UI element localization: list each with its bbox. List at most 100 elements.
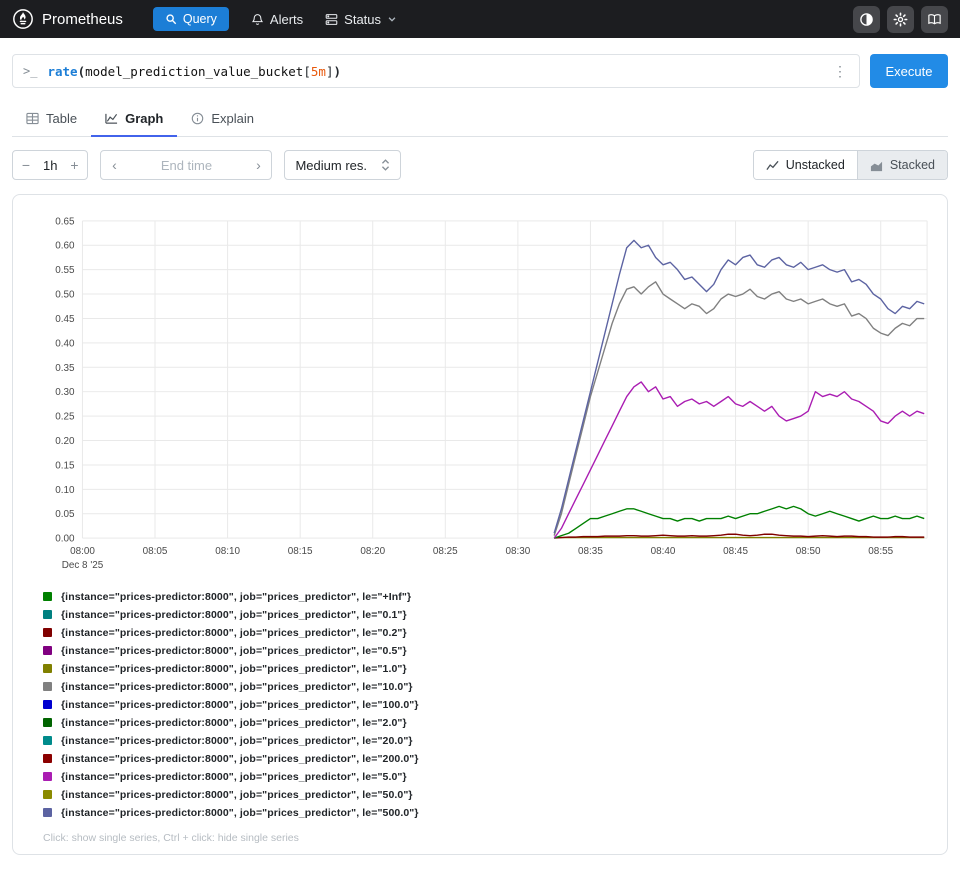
select-chevrons-icon	[381, 158, 390, 172]
graph-controls: − 1h + ‹ › Medium res.	[12, 150, 948, 180]
legend-swatch	[43, 592, 52, 601]
nav-items: Query Alerts Status	[153, 7, 397, 31]
end-time-prev-button[interactable]: ‹	[101, 151, 127, 179]
legend-item[interactable]: {instance="prices-predictor:8000", job="…	[43, 660, 407, 678]
stacked-label: Stacked	[890, 158, 935, 172]
nav-query-label: Query	[183, 12, 217, 26]
range-stepper: − 1h +	[12, 150, 88, 180]
legend-label: {instance="prices-predictor:8000", job="…	[61, 789, 413, 801]
query-token-paren: (	[78, 64, 86, 79]
range-decrease-button[interactable]: −	[13, 151, 39, 179]
prometheus-logo-icon	[12, 8, 34, 30]
search-icon	[165, 13, 177, 25]
nav-query-button[interactable]: Query	[153, 7, 229, 31]
tab-table-label: Table	[46, 111, 77, 126]
svg-text:0.10: 0.10	[55, 485, 75, 496]
graph-icon	[105, 112, 118, 125]
legend-item[interactable]: {instance="prices-predictor:8000", job="…	[43, 786, 413, 804]
legend-item[interactable]: {instance="prices-predictor:8000", job="…	[43, 624, 407, 642]
navbar-actions	[853, 6, 948, 33]
svg-text:08:50: 08:50	[796, 546, 821, 557]
query-input[interactable]: >_ rate(model_prediction_value_bucket[5m…	[12, 54, 860, 88]
legend-swatch	[43, 772, 52, 781]
legend-item[interactable]: {instance="prices-predictor:8000", job="…	[43, 750, 419, 768]
tab-graph-label: Graph	[125, 111, 163, 126]
svg-text:08:35: 08:35	[578, 546, 603, 557]
query-token-duration: 5m	[311, 64, 326, 79]
svg-text:08:55: 08:55	[868, 546, 893, 557]
docs-button[interactable]	[921, 6, 948, 33]
svg-text:08:00: 08:00	[70, 546, 95, 557]
legend-swatch	[43, 790, 52, 799]
legend-item[interactable]: {instance="prices-predictor:8000", job="…	[43, 714, 407, 732]
tabs: Table Graph Explain	[12, 102, 948, 137]
svg-text:08:40: 08:40	[651, 546, 676, 557]
svg-text:0.55: 0.55	[55, 265, 75, 276]
legend-label: {instance="prices-predictor:8000", job="…	[61, 627, 407, 639]
legend-label: {instance="prices-predictor:8000", job="…	[61, 645, 407, 657]
svg-text:08:30: 08:30	[505, 546, 530, 557]
legend-item[interactable]: {instance="prices-predictor:8000", job="…	[43, 588, 411, 606]
tab-graph[interactable]: Graph	[91, 102, 177, 137]
time-series-chart[interactable]: 0.000.050.100.150.200.250.300.350.400.45…	[21, 207, 939, 576]
svg-text:08:25: 08:25	[433, 546, 458, 557]
svg-text:Dec 8 '25: Dec 8 '25	[62, 560, 104, 571]
stacking-toggle: Unstacked Stacked	[753, 150, 948, 180]
legend: {instance="prices-predictor:8000", job="…	[43, 588, 939, 822]
svg-text:0.05: 0.05	[55, 509, 75, 520]
unstacked-button[interactable]: Unstacked	[754, 151, 857, 179]
legend-item[interactable]: {instance="prices-predictor:8000", job="…	[43, 642, 407, 660]
legend-swatch	[43, 610, 52, 619]
svg-text:0.60: 0.60	[55, 241, 75, 252]
resolution-select[interactable]: Medium res.	[284, 150, 401, 180]
legend-label: {instance="prices-predictor:8000", job="…	[61, 807, 419, 819]
legend-label: {instance="prices-predictor:8000", job="…	[61, 663, 407, 675]
legend-item[interactable]: {instance="prices-predictor:8000", job="…	[43, 696, 419, 714]
nav-status-label: Status	[344, 12, 381, 27]
legend-label: {instance="prices-predictor:8000", job="…	[61, 699, 419, 711]
query-token-metric: model_prediction_value_bucket	[85, 64, 303, 79]
legend-swatch	[43, 718, 52, 727]
svg-text:0.35: 0.35	[55, 363, 75, 374]
svg-text:0.25: 0.25	[55, 412, 75, 423]
svg-text:0.00: 0.00	[55, 534, 75, 545]
legend-item[interactable]: {instance="prices-predictor:8000", job="…	[43, 678, 413, 696]
legend-item[interactable]: {instance="prices-predictor:8000", job="…	[43, 606, 407, 624]
main-content: >_ rate(model_prediction_value_bucket[5m…	[0, 38, 960, 867]
legend-item[interactable]: {instance="prices-predictor:8000", job="…	[43, 732, 413, 750]
svg-text:0.15: 0.15	[55, 460, 75, 471]
query-token-paren: )	[333, 64, 341, 79]
range-increase-button[interactable]: +	[61, 151, 87, 179]
legend-swatch	[43, 808, 52, 817]
end-time-next-button[interactable]: ›	[245, 151, 271, 179]
stacked-button[interactable]: Stacked	[857, 151, 947, 179]
legend-label: {instance="prices-predictor:8000", job="…	[61, 735, 413, 747]
query-menu-button[interactable]: ⋮	[831, 63, 849, 80]
legend-item[interactable]: {instance="prices-predictor:8000", job="…	[43, 768, 407, 786]
brand-title: Prometheus	[42, 11, 123, 28]
query-token-bracket: [	[303, 64, 311, 79]
legend-swatch	[43, 628, 52, 637]
tab-table[interactable]: Table	[12, 102, 91, 137]
tab-explain[interactable]: Explain	[177, 102, 268, 137]
end-time-input[interactable]	[127, 158, 245, 173]
nav-status-button[interactable]: Status	[325, 12, 397, 27]
legend-item[interactable]: {instance="prices-predictor:8000", job="…	[43, 804, 419, 822]
legend-swatch	[43, 754, 52, 763]
legend-label: {instance="prices-predictor:8000", job="…	[61, 591, 411, 603]
svg-text:0.45: 0.45	[55, 314, 75, 325]
svg-text:0.65: 0.65	[55, 216, 75, 227]
end-time-picker: ‹ ›	[100, 150, 272, 180]
tab-explain-label: Explain	[211, 111, 254, 126]
chevron-down-icon	[387, 14, 397, 24]
theme-toggle-button[interactable]	[853, 6, 880, 33]
svg-text:0.50: 0.50	[55, 290, 75, 301]
status-icon	[325, 13, 338, 26]
gear-icon	[893, 12, 908, 27]
nav-alerts-button[interactable]: Alerts	[251, 12, 303, 27]
settings-button[interactable]	[887, 6, 914, 33]
nav-alerts-label: Alerts	[270, 12, 303, 27]
legend-swatch	[43, 646, 52, 655]
execute-button[interactable]: Execute	[870, 54, 948, 88]
terminal-prompt-icon: >_	[23, 64, 37, 78]
